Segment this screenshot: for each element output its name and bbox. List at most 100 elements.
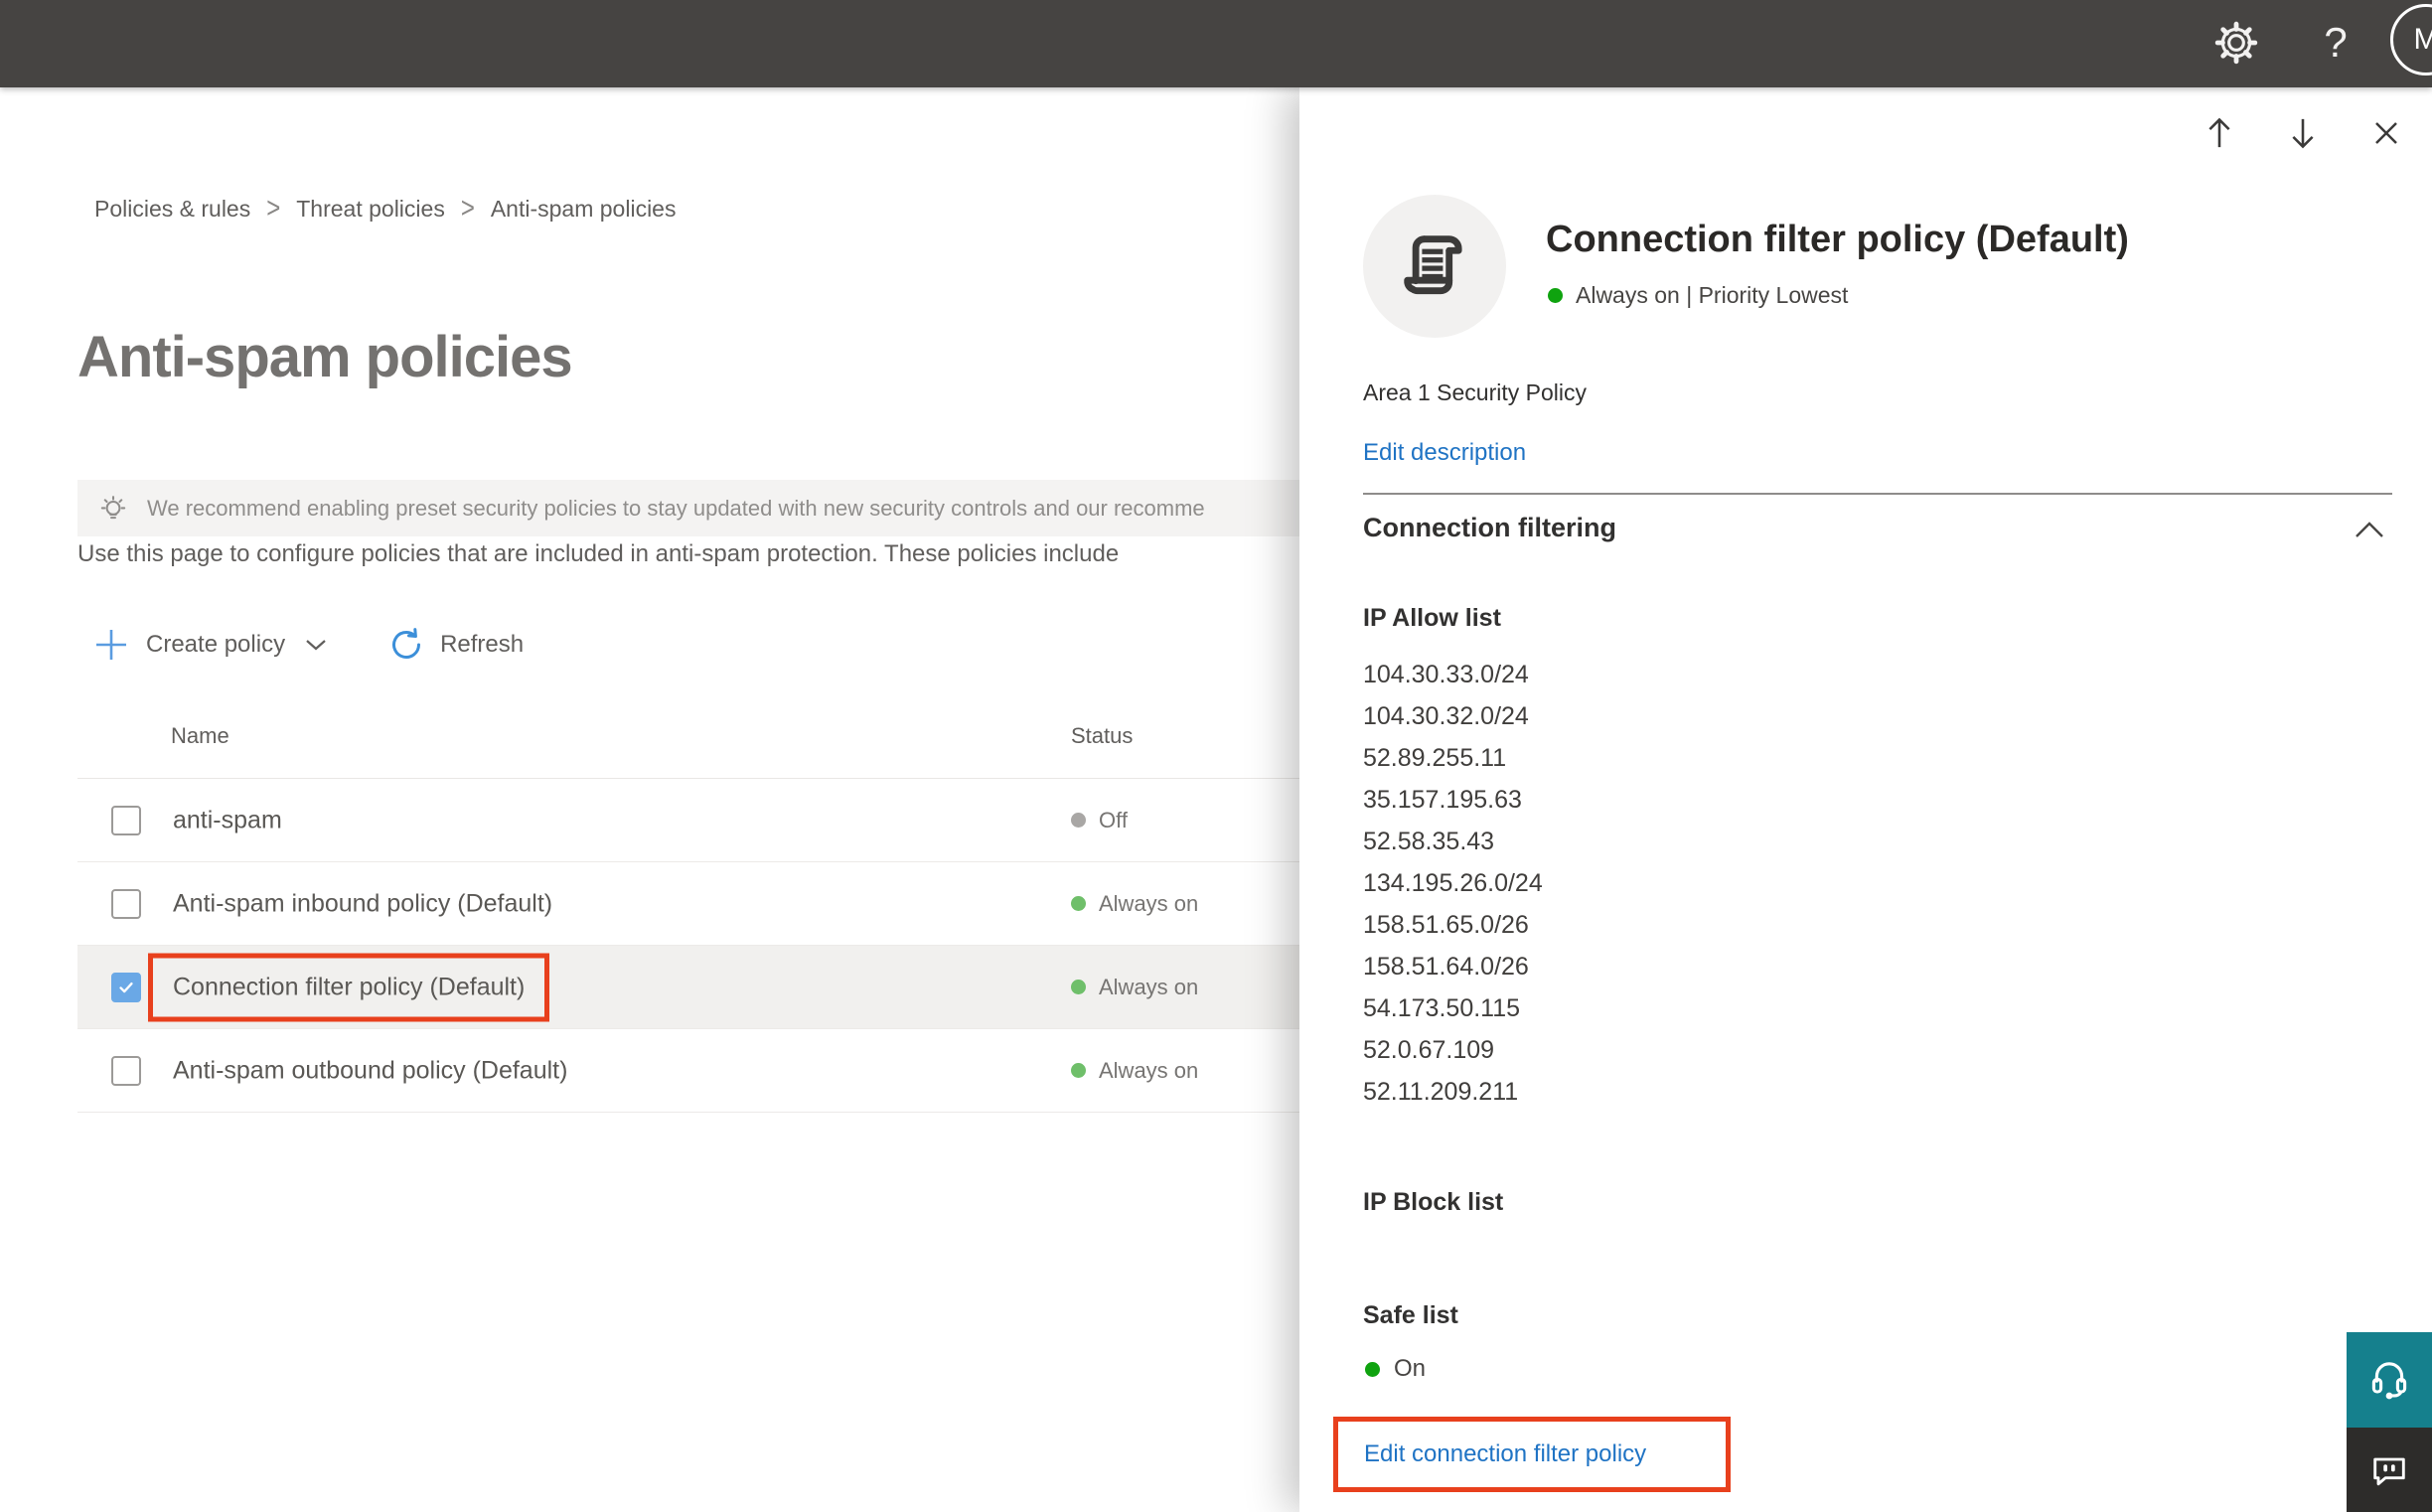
close-icon [2375,122,2397,144]
previous-item-button[interactable] [2202,115,2237,151]
close-flyout-button[interactable] [2368,115,2404,151]
ip-address: 158.51.65.0/26 [1363,911,1529,939]
table-header: Name Status [77,693,1431,779]
page-description: Use this page to configure policies that… [77,540,1120,567]
ip-address: 104.30.32.0/24 [1363,702,1529,730]
policy-details-flyout: Connection filter policy (Default) Alway… [1299,87,2432,1512]
status-label: Always on [1099,1057,1199,1083]
column-header-status[interactable]: Status [1071,723,1133,749]
ip-address: 134.195.26.0/24 [1363,869,1543,897]
policy-description: Area 1 Security Policy [1363,379,1587,405]
table-row[interactable]: anti-spam Off [77,779,1431,862]
breadcrumb-separator-icon: > [266,191,281,226]
status-dot-icon [1548,288,1563,303]
ip-address: 52.58.35.43 [1363,828,1495,855]
breadcrumb: Policies & rules > Threat policies > Ant… [94,192,677,226]
settings-button[interactable] [2211,18,2261,68]
ip-address: 35.157.195.63 [1363,786,1522,814]
status-cell: Always on [1071,862,1198,945]
next-item-button[interactable] [2285,115,2321,151]
status-label: Always on [1099,974,1199,999]
table-body: anti-spam Off Anti-spam inbound policy (… [77,779,1431,1113]
status-dot-icon [1071,813,1086,828]
status-dot-icon [1071,896,1086,911]
table-row[interactable]: Anti-spam inbound policy (Default) Alway… [77,862,1431,946]
status-cell: Always on [1071,946,1198,1028]
gear-icon [2214,21,2258,65]
policy-name-link[interactable]: Connection filter policy (Default) [148,953,550,1021]
arrow-up-icon [2208,117,2230,148]
status-cell: Off [1071,779,1128,861]
question-mark-icon: ? [2324,19,2348,66]
ip-address: 52.89.255.11 [1363,744,1507,772]
policy-badge [1363,195,1506,338]
flyout-title: Connection filter policy (Default) [1546,219,2129,260]
app-window: ? M Policies & rules > Threat policies >… [0,0,2432,1512]
page-title: Anti-spam policies [77,325,573,389]
status-dot-icon [1071,1063,1086,1078]
row-checkbox[interactable] [111,1056,141,1086]
policy-name-link[interactable]: Anti-spam inbound policy (Default) [148,869,577,938]
recommendation-banner: We recommend enabling preset security po… [77,480,1401,536]
row-checkbox[interactable] [111,806,141,835]
section-connection-filtering: Connection filtering [1363,513,1616,542]
collapse-section-button[interactable] [2355,521,2384,538]
ip-address: 104.30.33.0/24 [1363,661,1529,688]
safe-list-status: On [1365,1355,1426,1383]
banner-text: We recommend enabling preset security po… [147,495,1205,521]
refresh-button[interactable]: Refresh [388,627,524,663]
row-checkbox[interactable] [111,973,141,1002]
policy-name-link[interactable]: anti-spam [148,786,307,854]
account-avatar[interactable]: M [2390,4,2432,76]
safe-list-heading: Safe list [1363,1301,1458,1329]
table-row[interactable]: Anti-spam outbound policy (Default) Alwa… [77,1029,1431,1113]
breadcrumb-threat-policies[interactable]: Threat policies [296,196,445,223]
floating-buttons [2347,1332,2432,1512]
ip-address: 158.51.64.0/26 [1363,953,1529,981]
avatar-initial: M [2413,23,2432,56]
flyout-status-label: Always on | Priority Lowest [1576,282,1849,308]
help-button[interactable]: ? [2311,16,2360,70]
ip-allow-list: 104.30.33.0/24 104.30.32.0/24 52.89.255.… [1363,654,1543,1113]
create-policy-button[interactable]: Create policy [94,628,327,662]
chat-icon [2373,1457,2405,1485]
flyout-controls [2202,115,2404,151]
scroll-policy-icon [1404,235,1462,295]
top-app-bar: ? M [0,0,2432,87]
status-cell: Always on [1071,1029,1198,1112]
chevron-down-icon [305,638,327,652]
breadcrumb-policies-rules[interactable]: Policies & rules [94,196,250,223]
policy-name-link[interactable]: Anti-spam outbound policy (Default) [148,1036,592,1105]
divider [1363,493,2392,495]
ip-address: 54.173.50.115 [1363,994,1521,1022]
edit-connection-filter-policy-link[interactable]: Edit connection filter policy [1364,1440,1646,1468]
ip-address: 52.11.209.211 [1363,1078,1519,1106]
refresh-icon [388,627,424,663]
chevron-up-icon [2356,522,2383,537]
status-label: Always on [1099,890,1199,916]
edit-policy-highlight-box: Edit connection filter policy [1333,1417,1731,1492]
toolbar: Create policy Refresh [94,618,524,672]
breadcrumb-anti-spam-policies: Anti-spam policies [490,195,677,222]
column-header-name[interactable]: Name [171,723,229,749]
plus-icon [94,628,128,662]
feedback-button[interactable] [2347,1428,2432,1512]
safe-list-value: On [1394,1355,1427,1382]
arrow-down-icon [2292,118,2314,149]
status-label: Off [1099,807,1128,832]
ip-address: 52.0.67.109 [1363,1036,1495,1064]
table-row[interactable]: Connection filter policy (Default) Alway… [77,946,1431,1029]
ip-block-list-heading: IP Block list [1363,1188,1504,1216]
lightbulb-icon [97,493,129,525]
ip-allow-list-heading: IP Allow list [1363,604,1501,632]
status-dot-icon [1071,980,1086,994]
flyout-status: Always on | Priority Lowest [1548,282,1848,309]
policies-table: Name Status anti-spam Off Anti-spam inbo… [77,693,1431,1113]
row-checkbox[interactable] [111,889,141,919]
edit-description-link[interactable]: Edit description [1363,439,1526,467]
check-icon [119,982,133,993]
headset-icon [2371,1362,2407,1400]
status-dot-icon [1365,1361,1380,1377]
support-button[interactable] [2347,1332,2432,1428]
breadcrumb-separator-icon: > [460,191,475,226]
